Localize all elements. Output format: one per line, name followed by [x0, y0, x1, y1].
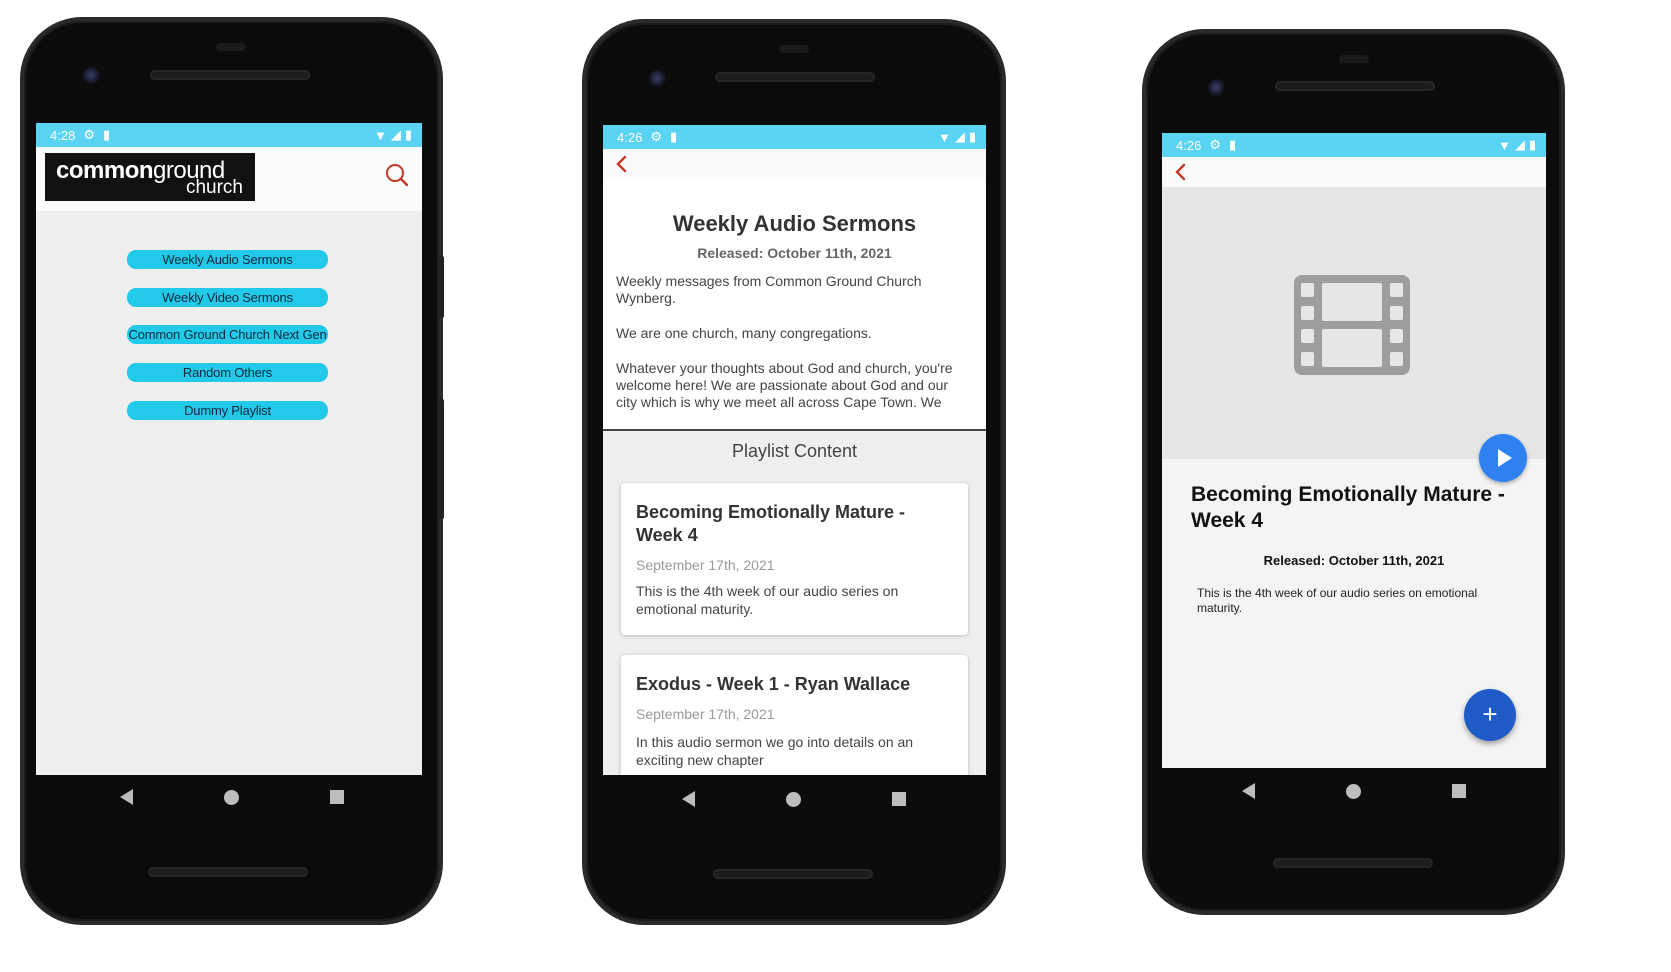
status-bar: 4:28 ⚙ ▮ ▼ ◢ ▮	[36, 123, 422, 147]
card-title: Becoming Emotionally Mature - Week 4	[636, 502, 906, 545]
logo-subtext: church	[185, 177, 243, 198]
card-text: In this audio sermon we go into details …	[636, 734, 914, 768]
status-time: 4:26	[617, 129, 643, 145]
status-time: 4:28	[50, 127, 76, 143]
settings-icon: ⚙	[650, 129, 662, 144]
front-camera	[1208, 79, 1226, 97]
card-title: Exodus - Week 1 - Ryan Wallace	[636, 674, 911, 694]
play-button[interactable]	[1479, 434, 1527, 482]
status-bar: 4:26 ⚙ ▮ ▼ ◢ ▮	[1162, 133, 1546, 157]
signal-icon: ◢	[390, 127, 401, 142]
menu-dummy-playlist[interactable]: Dummy Playlist	[127, 401, 328, 420]
battery-icon: ▮	[1528, 137, 1536, 152]
playlist-title: Weekly Audio Sermons	[672, 211, 917, 236]
sermon-released: Released: October 11th, 2021	[1263, 553, 1445, 568]
back-bar	[603, 149, 986, 179]
recents-icon[interactable]	[891, 792, 906, 806]
church-logo[interactable]: commonground church	[45, 153, 255, 201]
bottom-speaker	[1273, 858, 1433, 868]
battery-icon: ▮	[404, 127, 412, 142]
menu-next-gen[interactable]: Common Ground Church Next Gen	[127, 325, 328, 344]
playlist-header: Weekly Audio Sermons Released: October 1…	[603, 179, 986, 430]
logo-text-bold: common	[56, 157, 154, 184]
play-icon	[1498, 449, 1512, 467]
sd-card-icon: ▮	[1228, 137, 1237, 152]
sermon-description: This is the 4th week of our audio series…	[1197, 586, 1478, 615]
front-camera	[649, 70, 667, 88]
bottom-speaker	[148, 867, 308, 877]
chevron-left-icon[interactable]	[613, 155, 631, 173]
bottom-speaker	[713, 869, 873, 879]
card-text: This is the 4th week of our audio series…	[636, 583, 899, 617]
menu-random-others[interactable]: Random Others	[127, 363, 328, 382]
top-slot	[1339, 55, 1369, 63]
film-icon	[1294, 275, 1410, 375]
description-paragraph: Whatever your thoughts about God and chu…	[616, 360, 953, 410]
front-camera	[83, 67, 101, 85]
power-button	[438, 399, 444, 519]
nav-bar	[636, 789, 951, 809]
nav-bar	[74, 787, 389, 807]
playlist-released: Released: October 11th, 2021	[697, 245, 892, 261]
chevron-left-icon[interactable]	[1172, 163, 1190, 181]
home-icon[interactable]	[785, 791, 801, 807]
wifi-icon: ▼	[373, 127, 387, 143]
card-date: September 17th, 2021	[636, 557, 775, 573]
description-paragraph: We are one church, many congregations.	[616, 325, 872, 341]
earpiece	[1275, 81, 1435, 91]
sd-card-icon: ▮	[102, 127, 111, 142]
media-placeholder	[1162, 187, 1546, 459]
sermon-card[interactable]: Becoming Emotionally Mature - Week 4 Sep…	[621, 483, 968, 635]
status-bar: 4:26 ⚙ ▮ ▼ ◢ ▮	[603, 125, 986, 149]
screen: 4:26 ⚙ ▮ ▼ ◢ ▮ Weekly Audio Sermons Rele…	[603, 125, 986, 775]
wifi-icon: ▼	[937, 129, 951, 145]
playlist-content-heading: Playlist Content	[731, 441, 858, 461]
signal-icon: ◢	[954, 129, 965, 144]
battery-icon: ▮	[968, 129, 976, 144]
home-icon[interactable]	[1345, 783, 1361, 799]
phone-sermon-detail: 4:26 ⚙ ▮ ▼ ◢ ▮ Becoming Emotionally Matu…	[1146, 33, 1561, 911]
description-paragraph: Weekly messages from Common Ground Churc…	[616, 273, 922, 306]
status-time: 4:26	[1176, 137, 1202, 153]
add-button[interactable]: +	[1464, 689, 1516, 741]
signal-icon: ◢	[1514, 137, 1525, 152]
back-bar	[1162, 157, 1546, 187]
recents-icon[interactable]	[329, 790, 344, 804]
wifi-icon: ▼	[1497, 137, 1511, 153]
top-slot	[779, 45, 809, 53]
sd-card-icon: ▮	[669, 129, 678, 144]
recents-icon[interactable]	[1451, 784, 1466, 798]
back-icon[interactable]	[119, 789, 133, 805]
menu-weekly-audio-sermons[interactable]: Weekly Audio Sermons	[127, 250, 328, 269]
menu-weekly-video-sermons[interactable]: Weekly Video Sermons	[127, 288, 328, 307]
card-date: September 17th, 2021	[636, 706, 775, 722]
volume-button	[438, 256, 444, 318]
earpiece	[715, 72, 875, 82]
sermon-card[interactable]: Exodus - Week 1 - Ryan Wallace September…	[621, 655, 968, 775]
earpiece	[150, 70, 310, 80]
home-icon[interactable]	[223, 789, 239, 805]
screen: 4:28 ⚙ ▮ ▼ ◢ ▮ commonground church Weekl…	[36, 123, 422, 775]
back-icon[interactable]	[1241, 783, 1255, 799]
search-icon[interactable]	[385, 163, 409, 187]
phone-home: 4:28 ⚙ ▮ ▼ ◢ ▮ commonground church Weekl…	[24, 21, 444, 921]
top-slot	[216, 43, 246, 51]
app-bar: commonground church	[36, 147, 422, 211]
phone-playlist: 4:26 ⚙ ▮ ▼ ◢ ▮ Weekly Audio Sermons Rele…	[586, 23, 1002, 921]
playlist-description: Weekly messages from Common Ground Churc…	[616, 273, 972, 429]
divider	[603, 429, 986, 431]
screen: 4:26 ⚙ ▮ ▼ ◢ ▮ Becoming Emotionally Matu…	[1162, 133, 1546, 768]
settings-icon: ⚙	[1209, 137, 1221, 152]
back-icon[interactable]	[681, 791, 695, 807]
nav-bar	[1196, 781, 1511, 801]
sermon-title: Becoming Emotionally Mature - Week 4	[1191, 483, 1505, 532]
settings-icon: ⚙	[83, 127, 95, 142]
